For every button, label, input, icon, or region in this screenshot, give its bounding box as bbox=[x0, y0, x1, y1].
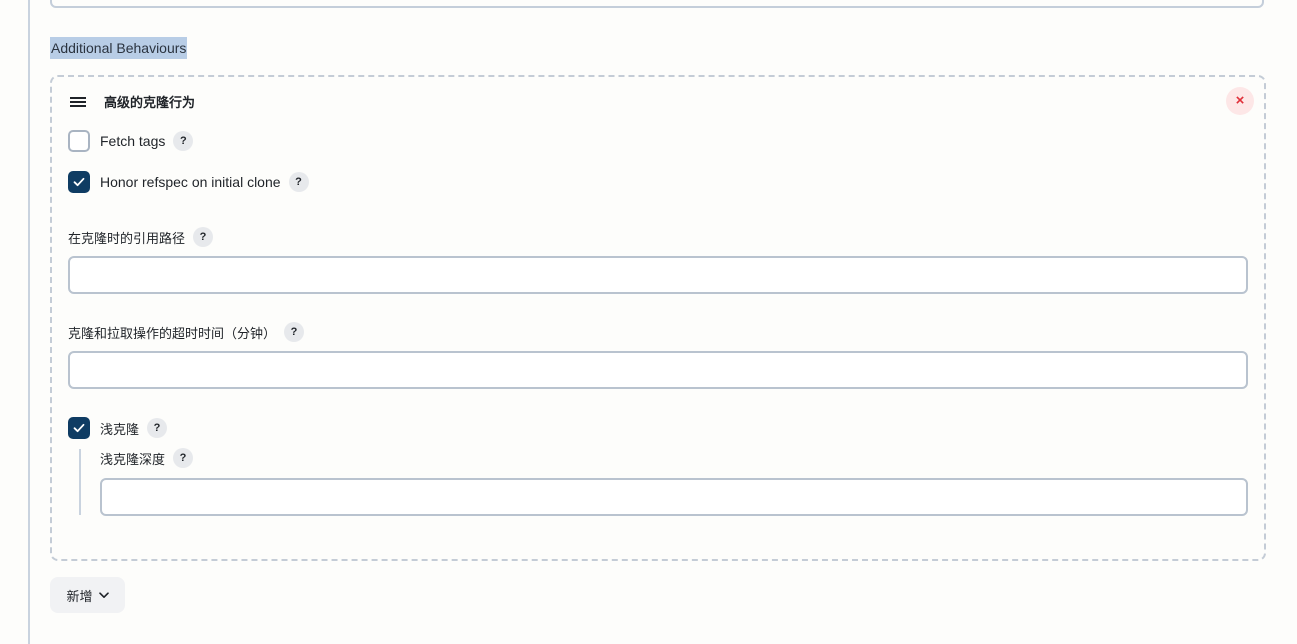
help-icon[interactable]: ? bbox=[173, 131, 194, 151]
shallow-clone-label: 浅克隆 bbox=[100, 421, 140, 437]
fetch-tags-label: Fetch tags bbox=[100, 133, 166, 149]
honor-refspec-row: Honor refspec on initial clone ? bbox=[68, 170, 309, 194]
add-button[interactable]: 新增 bbox=[50, 577, 125, 613]
close-icon[interactable]: × bbox=[1226, 87, 1254, 115]
timeout-label-row: 克隆和拉取操作的超时时间（分钟） ? bbox=[68, 321, 305, 343]
shallow-depth-label-row: 浅克隆深度 ? bbox=[100, 447, 194, 469]
help-icon[interactable]: ? bbox=[147, 418, 168, 438]
fetch-tags-checkbox[interactable] bbox=[68, 130, 90, 152]
left-rule bbox=[28, 0, 30, 644]
shallow-depth-label: 浅克隆深度 bbox=[100, 451, 166, 467]
shallow-depth-input[interactable] bbox=[100, 478, 1248, 516]
help-icon[interactable]: ? bbox=[288, 172, 309, 192]
checkmark-icon bbox=[73, 177, 85, 187]
fetch-tags-row: Fetch tags ? bbox=[68, 129, 194, 153]
help-icon[interactable]: ? bbox=[284, 322, 305, 342]
honor-refspec-label: Honor refspec on initial clone bbox=[100, 174, 281, 190]
timeout-input[interactable] bbox=[68, 351, 1248, 389]
checkmark-icon bbox=[73, 423, 85, 433]
nested-options-rule bbox=[79, 449, 81, 515]
help-icon[interactable]: ? bbox=[173, 448, 194, 468]
reference-path-label-row: 在克隆时的引用路径 ? bbox=[68, 226, 214, 248]
reference-path-label: 在克隆时的引用路径 bbox=[68, 230, 186, 246]
page: Additional Behaviours 高级的克隆行为 × Fetch ta… bbox=[0, 0, 1297, 644]
previous-field-input[interactable] bbox=[50, 0, 1264, 8]
timeout-label: 克隆和拉取操作的超时时间（分钟） bbox=[68, 325, 277, 341]
chevron-down-icon bbox=[98, 591, 109, 598]
reference-path-input[interactable] bbox=[68, 256, 1248, 294]
add-button-label: 新增 bbox=[66, 588, 93, 604]
shallow-clone-row: 浅克隆 ? bbox=[68, 416, 168, 440]
section-heading: Additional Behaviours bbox=[50, 37, 188, 59]
advanced-clone-behaviour-card: 高级的克隆行为 × Fetch tags ? Honor refspec on … bbox=[50, 75, 1266, 561]
card-title: 高级的克隆行为 bbox=[104, 95, 196, 110]
honor-refspec-checkbox[interactable] bbox=[68, 171, 90, 193]
shallow-clone-checkbox[interactable] bbox=[68, 417, 90, 439]
drag-handle-icon[interactable] bbox=[70, 97, 86, 109]
help-icon[interactable]: ? bbox=[193, 227, 214, 247]
